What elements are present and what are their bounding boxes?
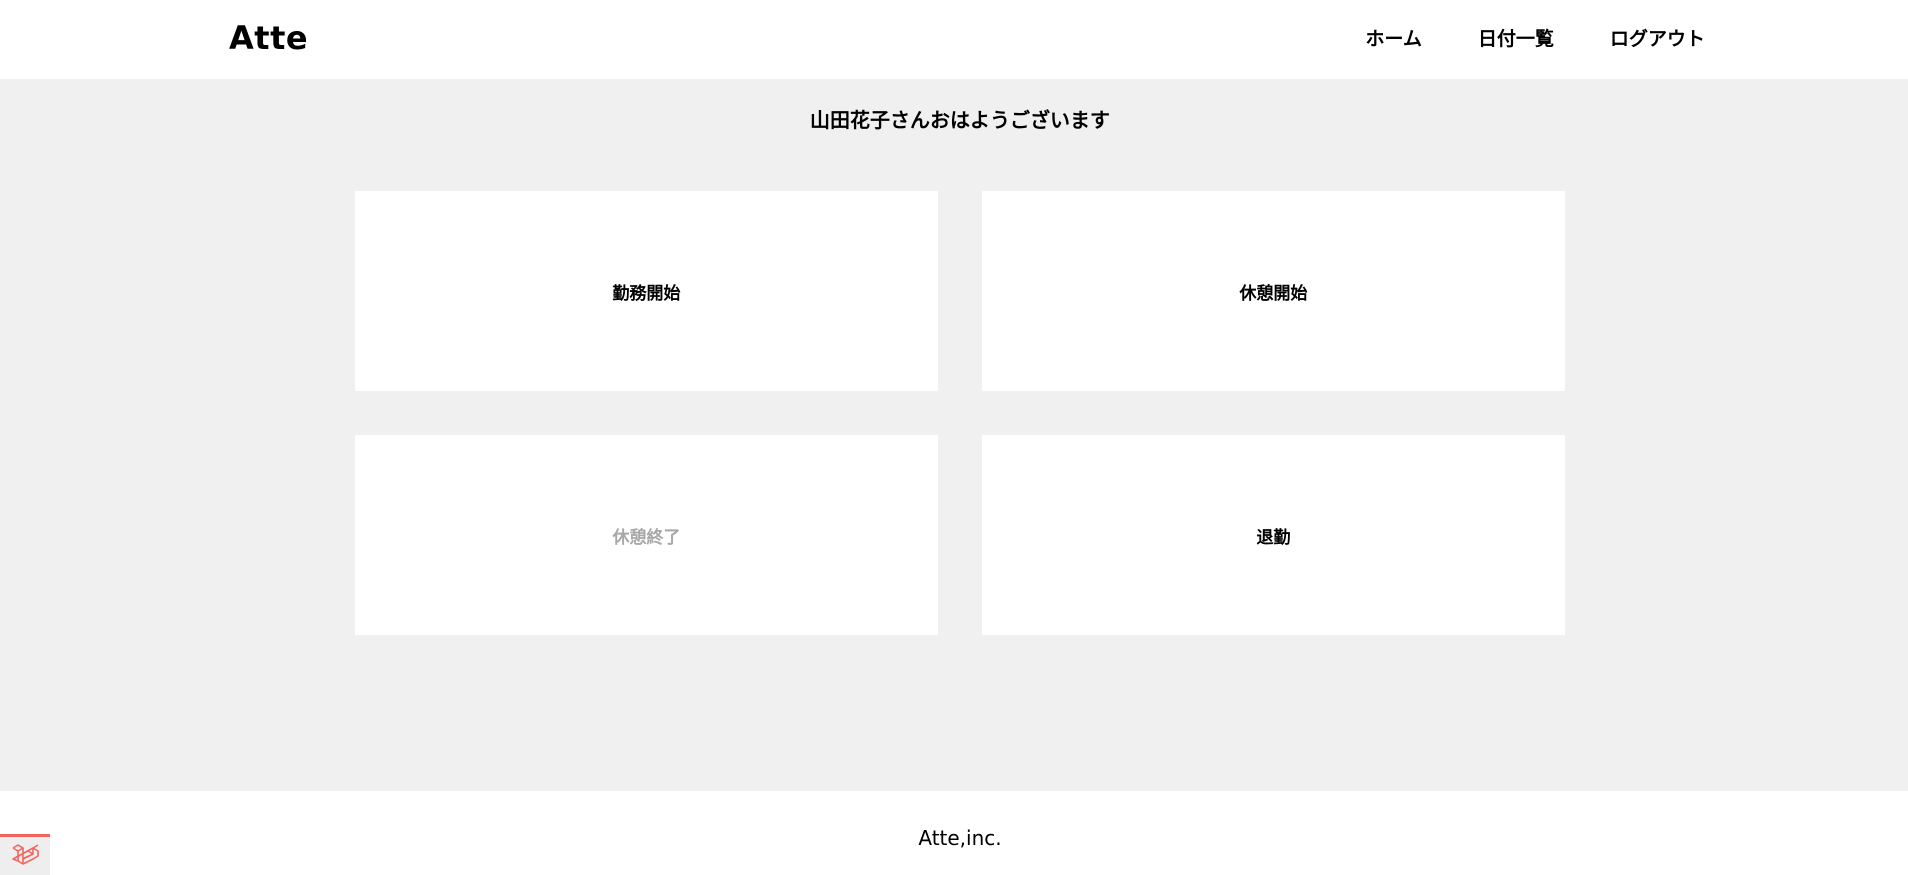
stamp-page: 山田花子さんおはようございます 勤務開始 休憩開始 休憩終了 退勤 xyxy=(0,79,1908,791)
greeting-message: 山田花子さんおはようございます xyxy=(810,108,1110,132)
nav-logout-link[interactable]: ログアウト xyxy=(1610,24,1705,54)
break-end-button: 休憩終了 xyxy=(355,435,938,635)
site-header: Atte ホーム 日付一覧 ログアウト xyxy=(0,0,1908,79)
debugbar-toggle[interactable] xyxy=(0,834,50,875)
nav-attendance-list-link[interactable]: 日付一覧 xyxy=(1478,24,1554,54)
main-nav: ホーム 日付一覧 ログアウト xyxy=(1366,24,1705,54)
copyright-text: Atte,inc. xyxy=(918,826,1002,850)
nav-home-link[interactable]: ホーム xyxy=(1366,24,1422,54)
laravel-logo-icon xyxy=(12,844,39,865)
work-start-button[interactable]: 勤務開始 xyxy=(355,191,938,391)
work-end-button[interactable]: 退勤 xyxy=(982,435,1565,635)
site-footer: Atte,inc. xyxy=(0,791,1908,875)
break-start-button[interactable]: 休憩開始 xyxy=(982,191,1565,391)
app-logo: Atte xyxy=(229,19,309,57)
